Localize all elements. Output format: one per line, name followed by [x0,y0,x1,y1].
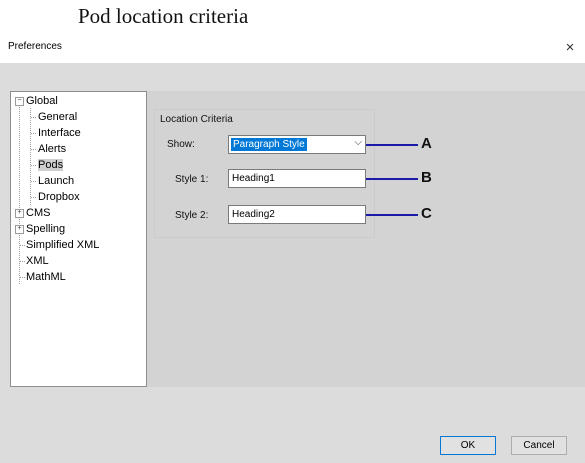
tree-item-global[interactable]: Global [26,93,58,109]
dialog-client-area: − Global General Interface Alerts Pods L… [0,63,585,463]
show-selected-value: Paragraph Style [231,138,307,151]
tree-item-alerts[interactable]: Alerts [38,141,66,157]
callout-c: C [421,205,432,222]
callout-line-b [366,178,418,180]
tree-item-mathml[interactable]: MathML [26,269,66,285]
tree-connector [31,133,36,134]
callout-a: A [421,135,432,152]
chevron-down-icon[interactable]: ⌵ [354,137,362,148]
figure-caption: Pod location criteria [78,4,249,28]
expand-cms-icon[interactable]: + [15,209,24,218]
tree-item-launch[interactable]: Launch [38,173,74,189]
preferences-dialog: Preferences × − Global General Interface… [0,35,585,463]
style1-input[interactable]: Heading1 [228,169,366,188]
show-select[interactable]: Paragraph Style ⌵ [228,135,366,154]
group-label: Location Criteria [160,114,233,125]
show-label: Show: [167,139,195,150]
ok-button[interactable]: OK [440,436,496,455]
tree-connector [20,261,25,262]
category-tree[interactable]: − Global General Interface Alerts Pods L… [10,91,147,387]
cancel-button[interactable]: Cancel [511,436,567,455]
tree-connector [19,105,20,284]
callout-b: B [421,169,432,186]
callout-line-c [366,214,418,216]
tree-item-simplified-xml[interactable]: Simplified XML [26,237,99,253]
style2-input[interactable]: Heading2 [228,205,366,224]
tree-item-xml[interactable]: XML [26,253,49,269]
window-title: Preferences [8,41,62,52]
tree-connector [31,117,36,118]
tree-item-pods[interactable]: Pods [38,157,64,173]
tree-connector [20,245,25,246]
tree-item-general[interactable]: General [38,109,77,125]
tree-item-interface[interactable]: Interface [38,125,81,141]
style2-label: Style 2: [175,210,209,221]
tree-item-spelling[interactable]: Spelling [26,221,65,237]
tree-item-dropbox[interactable]: Dropbox [38,189,80,205]
callout-line-a [366,144,418,146]
tree-connector [31,197,36,198]
close-icon[interactable]: × [559,37,581,59]
tree-item-cms[interactable]: CMS [26,205,50,221]
tree-connector [31,149,36,150]
tree-connector [20,277,25,278]
tree-connector [31,181,36,182]
expand-spelling-icon[interactable]: + [15,225,24,234]
title-bar: Preferences × [0,35,585,63]
tree-connector [30,108,31,205]
tree-connector [31,165,36,166]
style1-label: Style 1: [175,174,209,185]
